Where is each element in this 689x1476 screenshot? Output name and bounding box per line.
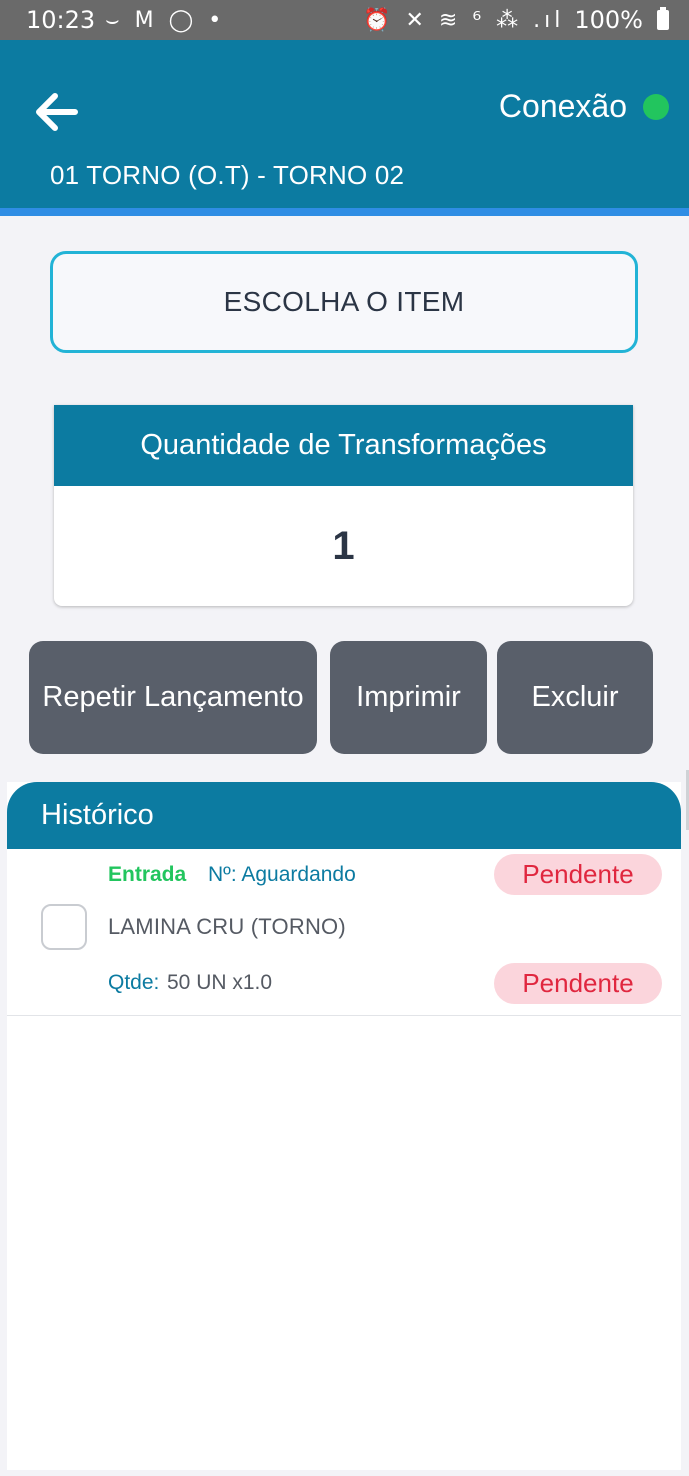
status-right: ⏰ ✕ ≋ ⁶ ⁂ .ıl 100% — [363, 6, 669, 34]
status-badge: Pendente — [494, 854, 662, 895]
status-badge: Pendente — [494, 963, 662, 1004]
battery-percent: 100% — [574, 6, 643, 34]
back-button[interactable] — [30, 86, 82, 138]
history-title: Histórico — [7, 782, 681, 849]
status-bar: 10:23 ⌣ M ◯ • ⏰ ✕ ≋ ⁶ ⁂ .ıl 100% — [0, 0, 689, 40]
transformations-card: Quantidade de Transformações 1 — [54, 405, 633, 606]
status-left: 10:23 ⌣ M ◯ • — [26, 6, 225, 34]
notification-icons: ⌣ M ◯ • — [105, 7, 226, 33]
connection-status: Conexão — [499, 88, 669, 125]
entry-type-label: Entrada — [108, 863, 187, 886]
connection-label: Conexão — [498, 88, 627, 124]
history-item-checkbox[interactable] — [41, 904, 87, 950]
entry-item-name: LAMINA CRU (TORNO) — [108, 914, 346, 939]
delete-button[interactable]: Excluir — [497, 641, 653, 754]
entry-number: Nº: Aguardando — [208, 863, 356, 886]
battery-icon — [657, 7, 669, 30]
system-icons: ⏰ ✕ ≋ ⁶ ⁂ .ıl — [363, 7, 565, 33]
entry-qty-value: 50 UN x1.0 — [167, 971, 273, 994]
app-bar-accent-line — [0, 208, 689, 216]
transformations-title: Quantidade de Transformações — [54, 405, 633, 486]
arrow-left-icon — [36, 93, 78, 131]
status-time: 10:23 — [26, 6, 96, 34]
transformations-value[interactable]: 1 — [54, 486, 633, 606]
choose-item-button[interactable]: ESCOLHA O ITEM — [50, 251, 638, 353]
print-button[interactable]: Imprimir — [330, 641, 487, 754]
history-panel: Histórico Entrada Nº: Aguardando LAMINA … — [7, 782, 681, 1470]
entry-qty-label: Qtde: — [108, 971, 160, 994]
connection-dot-icon — [643, 93, 669, 120]
repeat-launch-button[interactable]: Repetir Lançamento — [29, 641, 317, 754]
machine-subtitle: 01 TORNO (O.T) - TORNO 02 — [50, 160, 405, 190]
